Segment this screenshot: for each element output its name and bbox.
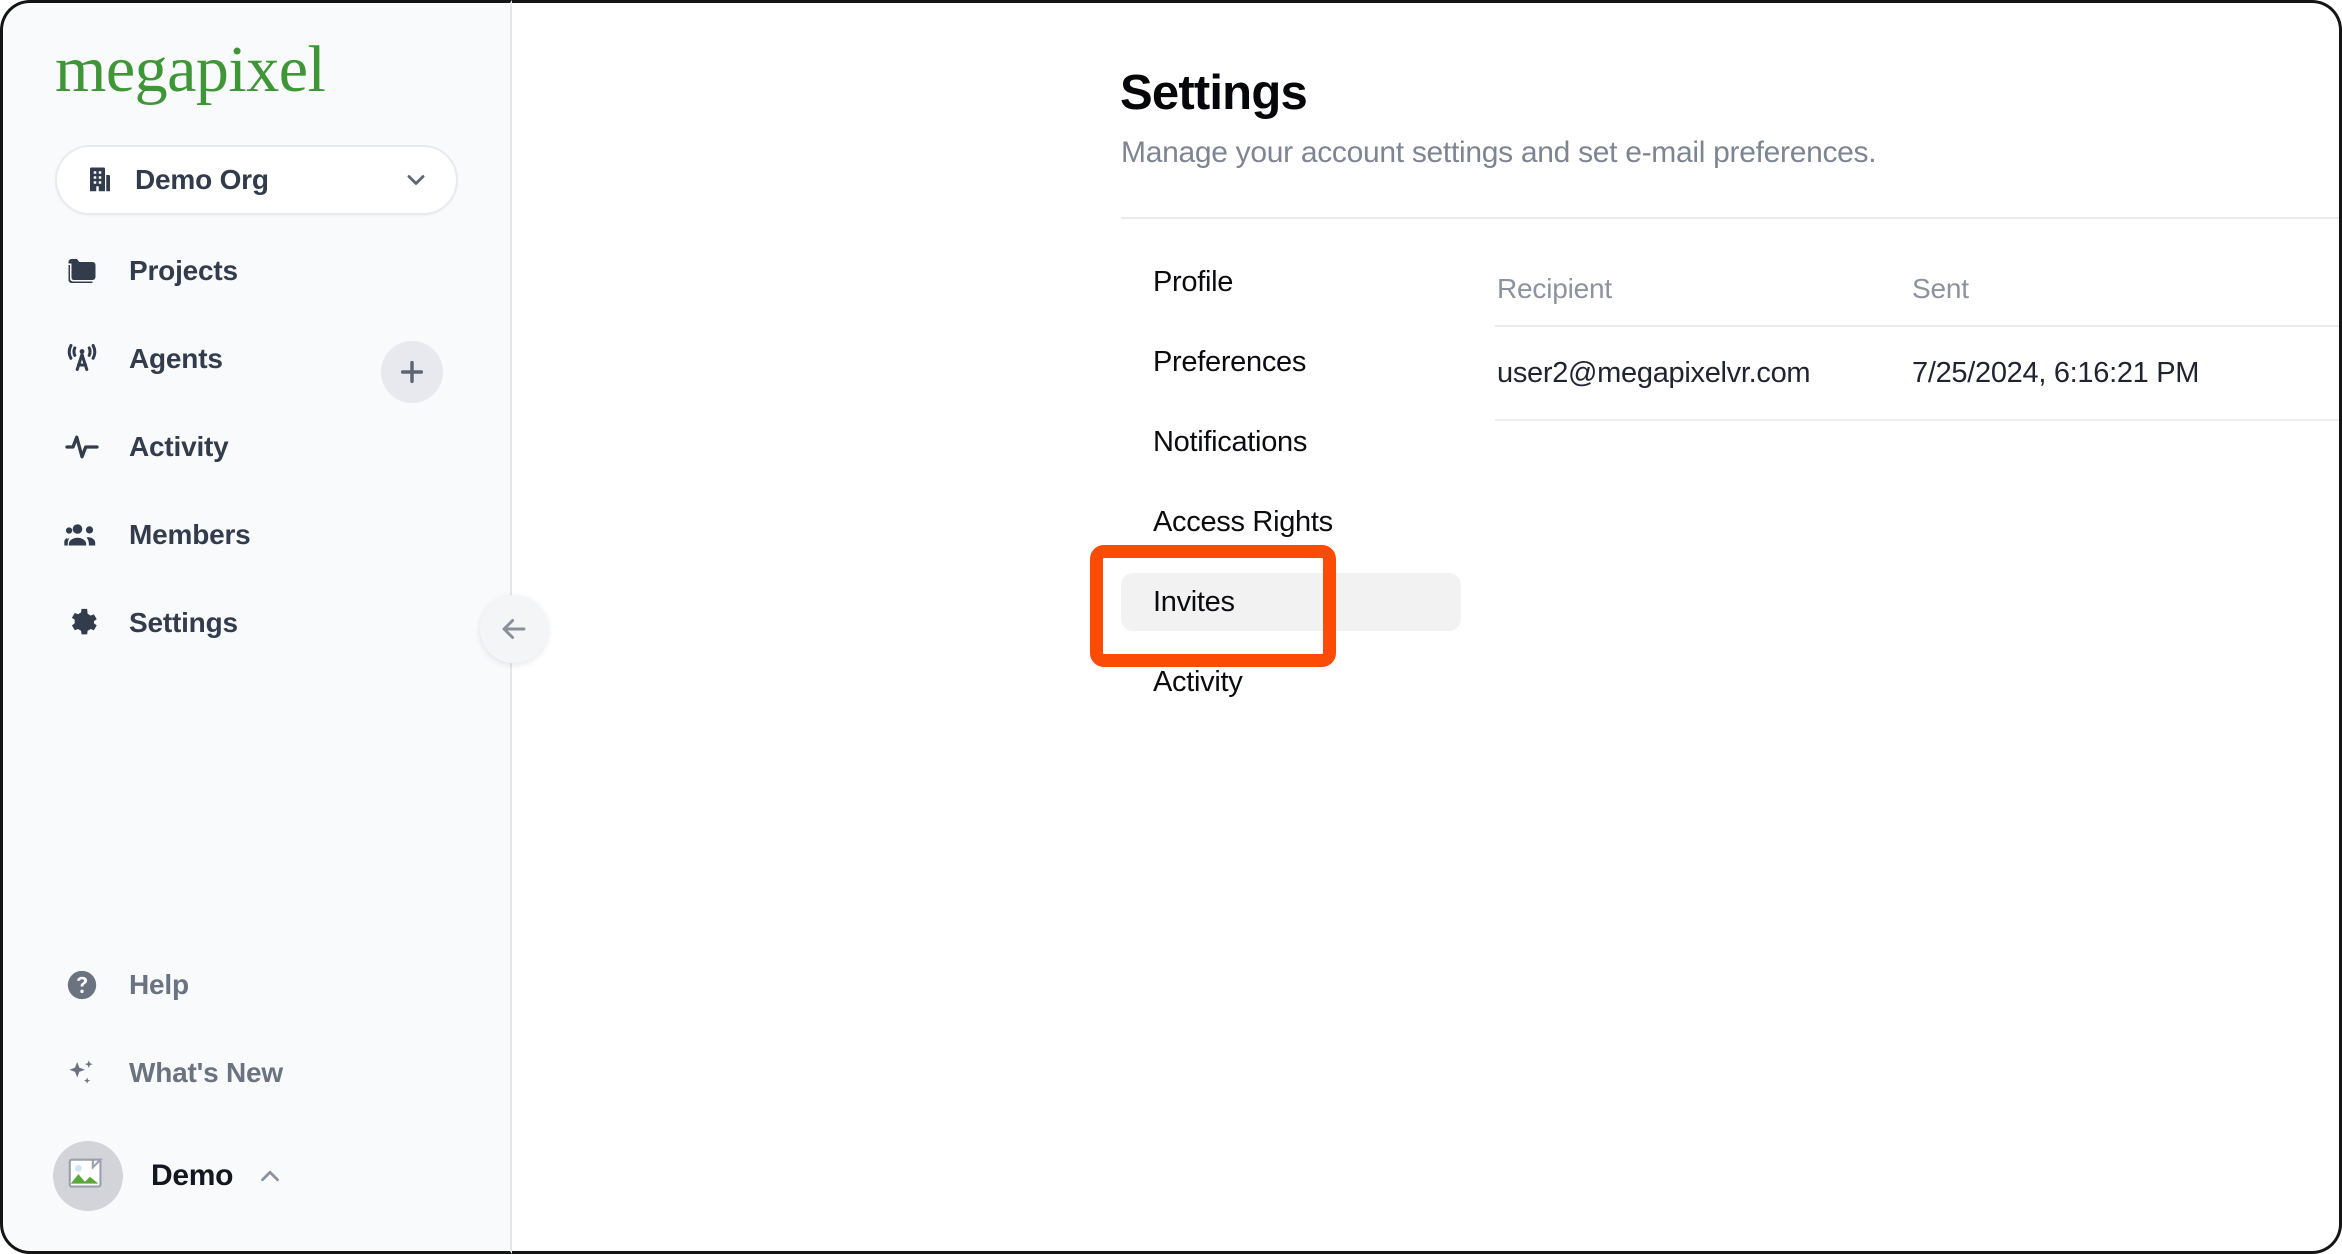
page-subtitle: Manage your account settings and set e-m… bbox=[1121, 136, 1877, 169]
settings-nav: Profile Preferences Notifications Access… bbox=[1121, 253, 1461, 733]
gear-icon bbox=[63, 604, 101, 642]
user-name: Demo bbox=[151, 1159, 234, 1192]
broadcast-tower-icon bbox=[63, 340, 101, 378]
user-menu[interactable]: Demo bbox=[3, 1131, 510, 1221]
sidebar-item-projects[interactable]: Projects bbox=[3, 241, 510, 301]
column-header-recipient: Recipient bbox=[1497, 273, 1612, 304]
sidebar-item-label: Activity bbox=[129, 431, 229, 462]
cell-sent: 7/25/2024, 6:16:21 PM bbox=[1912, 356, 2200, 389]
tab-activity[interactable]: Activity bbox=[1121, 653, 1461, 711]
sidebar: megapixel Demo Org Projects Agents Activ… bbox=[0, 0, 548, 1254]
brand-name: megapixel bbox=[55, 33, 326, 106]
app-window: megapixel Demo Org Projects Agents Activ… bbox=[0, 0, 2342, 1254]
sidebar-item-label: Projects bbox=[129, 255, 238, 286]
header-divider bbox=[1121, 217, 2339, 219]
tab-notifications[interactable]: Notifications bbox=[1121, 413, 1461, 471]
sidebar-item-label: Members bbox=[129, 519, 251, 550]
sidebar-item-activity[interactable]: Activity bbox=[3, 417, 510, 477]
pulse-icon bbox=[63, 428, 101, 466]
cell-recipient: user2@megapixelvr.com bbox=[1497, 356, 1811, 389]
sidebar-item-help[interactable]: Help bbox=[3, 955, 510, 1015]
sparkles-icon bbox=[63, 1054, 101, 1092]
tab-invites[interactable]: Invites bbox=[1121, 573, 1461, 631]
sidebar-item-label: What's New bbox=[129, 1057, 284, 1088]
tab-access-rights[interactable]: Access Rights bbox=[1121, 493, 1461, 551]
table-header-row: Recipient Sent bbox=[1495, 253, 2339, 325]
invites-table: Recipient Sent user2@megapixelvr.com 7/2… bbox=[1495, 253, 2339, 421]
people-icon bbox=[63, 516, 101, 554]
column-header-sent: Sent bbox=[1912, 273, 1969, 304]
tab-profile[interactable]: Profile bbox=[1121, 253, 1461, 311]
main-content: Settings Manage your account settings an… bbox=[512, 0, 2342, 1254]
sidebar-item-whats-new[interactable]: What's New bbox=[3, 1043, 510, 1103]
sidebar-item-label: Agents bbox=[129, 343, 223, 374]
add-agent-button[interactable] bbox=[381, 341, 443, 403]
chevron-up-icon[interactable] bbox=[255, 1161, 285, 1191]
brand-logo[interactable]: megapixel bbox=[3, 3, 510, 131]
table-row: user2@megapixelvr.com 7/25/2024, 6:16:21… bbox=[1495, 327, 2339, 421]
sidebar-bottom: Help What's New Demo bbox=[3, 955, 510, 1251]
sidebar-item-members[interactable]: Members bbox=[3, 505, 510, 565]
sidebar-item-label: Settings bbox=[129, 607, 238, 638]
folder-icon bbox=[63, 252, 101, 290]
chevron-down-icon[interactable] bbox=[402, 166, 430, 194]
building-icon bbox=[85, 165, 115, 195]
sidebar-item-label: Help bbox=[129, 969, 189, 1000]
main-nav: Projects Agents Activity Members Setting… bbox=[3, 241, 510, 681]
question-circle-icon bbox=[63, 966, 101, 1004]
org-name: Demo Org bbox=[135, 164, 269, 195]
page-title: Settings bbox=[1120, 66, 1308, 120]
org-switcher[interactable]: Demo Org bbox=[55, 145, 458, 215]
tab-preferences[interactable]: Preferences bbox=[1121, 333, 1461, 391]
collapse-sidebar-button[interactable] bbox=[480, 595, 548, 663]
avatar bbox=[53, 1141, 123, 1211]
sidebar-item-settings[interactable]: Settings bbox=[3, 593, 510, 653]
